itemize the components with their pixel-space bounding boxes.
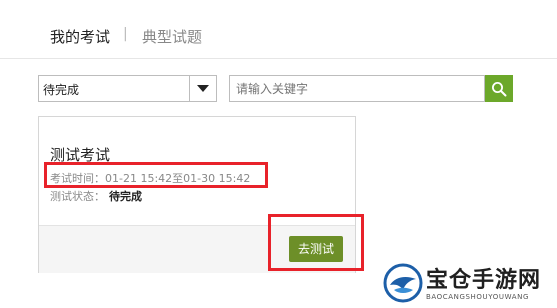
search-box: [229, 75, 485, 102]
watermark-name: 宝仓手游网: [426, 268, 542, 293]
watermark-logo-icon: [383, 263, 423, 303]
exam-status-label: 测试状态：: [50, 190, 105, 203]
exam-status: 测试状态： 待完成: [50, 188, 142, 204]
chevron-down-icon: [197, 85, 209, 92]
highlight-box-exam-time: [44, 162, 268, 188]
search-input[interactable]: [230, 76, 484, 101]
watermark-subtitle: BAOCANGSHOUYOUWANG: [426, 293, 529, 301]
tab-my-exams[interactable]: 我的考试: [50, 26, 110, 47]
search-icon: [492, 82, 507, 97]
site-watermark: 宝仓手游网 BAOCANGSHOUYOUWANG: [383, 260, 557, 308]
tab-separator: |: [123, 26, 128, 42]
search-button[interactable]: [485, 75, 513, 102]
status-filter-select[interactable]: 待完成: [38, 75, 217, 102]
highlight-box-start-button: [268, 214, 364, 271]
tab-typical-questions[interactable]: 典型试题: [142, 26, 202, 47]
dropdown-button[interactable]: [189, 76, 216, 101]
exam-status-value: 待完成: [109, 190, 142, 203]
status-filter-value: 待完成: [43, 83, 80, 97]
tabs-divider: [0, 58, 557, 59]
